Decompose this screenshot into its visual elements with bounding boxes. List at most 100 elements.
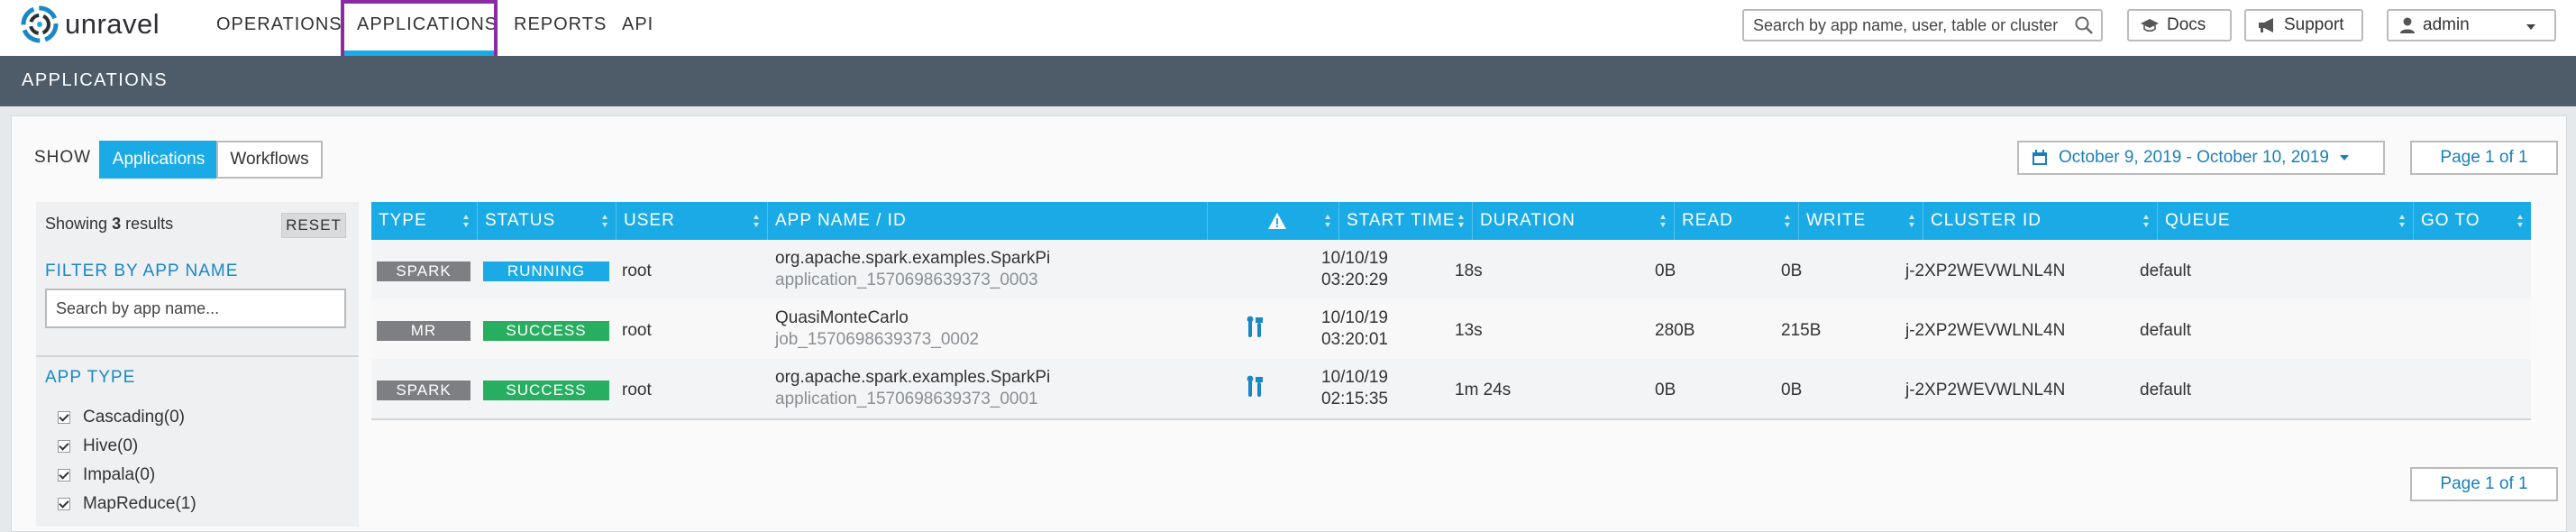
user-menu-button[interactable]: admin	[2387, 9, 2556, 41]
start-date: 10/10/19	[1321, 249, 1388, 268]
col-start-time-label: START TIME	[1347, 211, 1456, 230]
table-row[interactable]: SPARK RUNNING root org.apache.spark.exam…	[371, 240, 2531, 301]
sort-icon	[1325, 215, 1330, 227]
app-type-impala[interactable]: Impala(0)	[58, 465, 155, 485]
megaphone-icon	[2259, 18, 2273, 32]
tuning-tools-icon[interactable]	[1246, 316, 1265, 339]
cluster-id-cell: j-2XP2WEVWLNL4N	[1905, 381, 2066, 399]
col-warnings[interactable]	[1208, 202, 1339, 240]
filter-by-app-name-heading: FILTER BY APP NAME	[45, 261, 239, 280]
duration-cell: 18s	[1455, 261, 1483, 280]
type-badge: SPARK	[377, 381, 470, 400]
app-id: application_1570698639373_0003	[775, 271, 1038, 289]
write-cell: 0B	[1781, 381, 1803, 399]
col-app-name[interactable]: APP NAME / ID	[768, 202, 1208, 240]
chevron-down-icon	[2526, 24, 2535, 30]
sort-icon	[2517, 215, 2523, 227]
results-count: Showing 3 results	[45, 215, 173, 234]
sort-icon	[463, 215, 469, 227]
tuning-tools-icon[interactable]	[1246, 375, 1265, 399]
nav-operations[interactable]: OPERATIONS	[216, 14, 343, 35]
sort-icon	[602, 215, 607, 227]
sort-icon	[1660, 215, 1666, 227]
col-cluster-id[interactable]: CLUSTER ID	[1923, 202, 2158, 240]
col-write-label: WRITE	[1806, 211, 1867, 230]
col-queue[interactable]: QUEUE	[2158, 202, 2414, 240]
col-type[interactable]: TYPE	[371, 202, 478, 240]
reset-button[interactable]: RESET	[281, 213, 346, 238]
user-label: admin	[2423, 15, 2470, 34]
checkbox[interactable]	[58, 411, 70, 424]
col-go-to-label: GO TO	[2421, 211, 2480, 230]
user-cell: root	[622, 261, 652, 280]
docs-button[interactable]: Docs	[2127, 9, 2232, 41]
duration-cell: 13s	[1455, 321, 1483, 340]
app-type-label: Cascading(0)	[83, 408, 185, 427]
sort-icon	[2399, 215, 2405, 227]
app-name-link[interactable]: org.apache.spark.examples.SparkPi	[775, 249, 1050, 269]
queue-cell: default	[2140, 261, 2192, 280]
sort-desc-icon	[1458, 215, 1464, 227]
col-go-to[interactable]: GO TO	[2414, 202, 2531, 240]
col-app-name-label: APP NAME / ID	[775, 211, 907, 230]
global-search[interactable]	[1742, 9, 2103, 41]
start-date: 10/10/19	[1321, 368, 1388, 387]
calendar-icon	[2032, 150, 2047, 165]
app-name-search-input[interactable]	[54, 290, 337, 326]
caret-down-icon	[2339, 154, 2349, 161]
col-read-label: READ	[1682, 211, 1733, 230]
docs-label: Docs	[2167, 15, 2206, 34]
sort-icon	[1785, 215, 1790, 227]
col-duration[interactable]: DURATION	[1473, 202, 1675, 240]
show-applications-toggle[interactable]: Applications	[99, 141, 218, 179]
showing-suffix: results	[125, 215, 174, 233]
top-nav: unravel OPERATIONS APPLICATIONS REPORTS …	[0, 0, 2576, 69]
col-user[interactable]: USER	[617, 202, 768, 240]
user-icon	[2400, 17, 2415, 33]
checkbox[interactable]	[58, 469, 70, 482]
sort-icon	[2143, 215, 2149, 227]
sort-icon	[1909, 215, 1914, 227]
app-type-mapreduce[interactable]: MapReduce(1)	[58, 494, 196, 514]
support-button[interactable]: Support	[2244, 9, 2363, 41]
app-name-link[interactable]: org.apache.spark.examples.SparkPi	[775, 368, 1050, 388]
col-start-time[interactable]: START TIME	[1339, 202, 1473, 240]
page-header-bar: APPLICATIONS	[0, 56, 2576, 106]
app-id: application_1570698639373_0001	[775, 390, 1038, 408]
nav-reports[interactable]: REPORTS	[514, 14, 607, 35]
start-time: 02:15:35	[1321, 390, 1388, 408]
pagination-top[interactable]: Page 1 of 1	[2410, 141, 2558, 175]
read-cell: 280B	[1655, 321, 1695, 340]
pagination-bottom[interactable]: Page 1 of 1	[2410, 467, 2558, 501]
table-row[interactable]: SPARK SUCCESS root org.apache.spark.exam…	[371, 359, 2531, 420]
showing-prefix: Showing	[45, 215, 108, 233]
col-read[interactable]: READ	[1675, 202, 1799, 240]
col-cluster-id-label: CLUSTER ID	[1931, 211, 2042, 230]
app-type-cascading[interactable]: Cascading(0)	[58, 408, 185, 427]
col-write[interactable]: WRITE	[1799, 202, 1923, 240]
warning-icon	[1267, 213, 1286, 229]
queue-cell: default	[2140, 381, 2192, 399]
results-count-number: 3	[112, 215, 122, 233]
checkbox[interactable]	[58, 440, 70, 453]
col-status[interactable]: STATUS	[478, 202, 617, 240]
app-name-search[interactable]	[45, 289, 346, 328]
brand-logo[interactable]: unravel	[20, 5, 160, 44]
col-status-label: STATUS	[485, 211, 556, 230]
page-title: APPLICATIONS	[22, 70, 169, 90]
global-search-input[interactable]	[1751, 11, 2061, 40]
graduation-cap-icon	[2141, 19, 2159, 32]
app-type-label: MapReduce(1)	[83, 494, 196, 513]
app-type-hive[interactable]: Hive(0)	[58, 436, 138, 456]
show-workflows-toggle[interactable]: Workflows	[216, 141, 323, 179]
checkbox[interactable]	[58, 498, 70, 510]
date-range-picker[interactable]: October 9, 2019 - October 10, 2019	[2017, 141, 2385, 175]
app-name-link[interactable]: QuasiMonteCarlo	[775, 308, 909, 328]
app-id: job_1570698639373_0002	[775, 330, 980, 349]
nav-api[interactable]: API	[622, 14, 653, 35]
sort-icon	[754, 215, 759, 227]
start-time: 03:20:29	[1321, 271, 1388, 289]
write-cell: 0B	[1781, 261, 1803, 280]
status-badge: SUCCESS	[483, 321, 609, 341]
table-row[interactable]: MR SUCCESS root QuasiMonteCarlo job_1570…	[371, 299, 2531, 361]
